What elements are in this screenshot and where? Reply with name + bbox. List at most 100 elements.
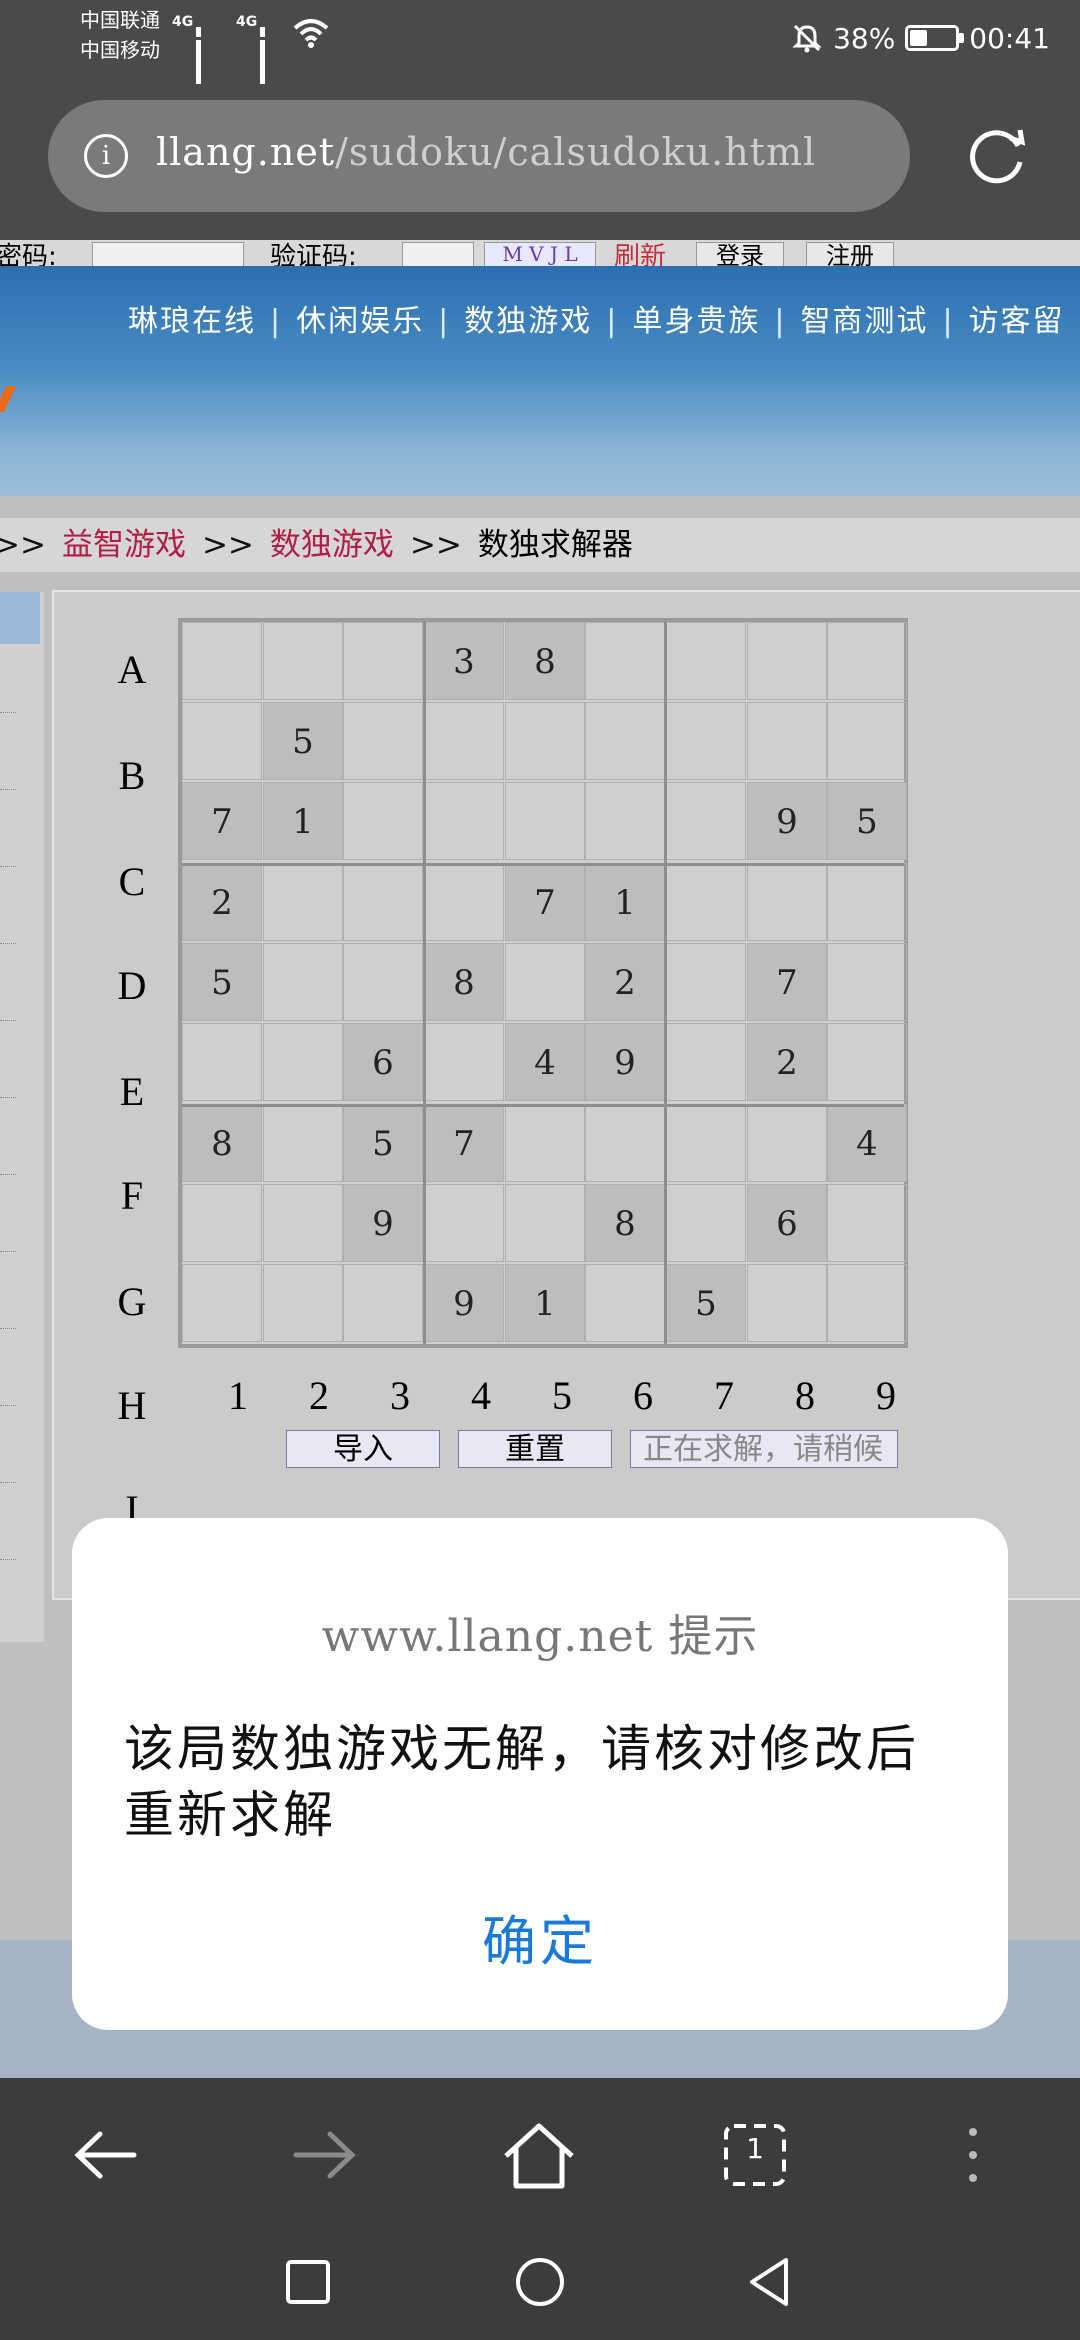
sudoku-cell[interactable] [827, 702, 907, 780]
sudoku-cell[interactable]: 9 [424, 1264, 504, 1342]
address-bar[interactable]: i llang.net/sudoku/calsudoku.html [48, 100, 910, 212]
import-button[interactable]: 导入 [286, 1430, 440, 1468]
sudoku-cell[interactable] [343, 1264, 423, 1342]
sudoku-cell[interactable]: 4 [827, 1104, 907, 1182]
sudoku-cell[interactable]: 5 [263, 702, 343, 780]
sudoku-cell[interactable]: 7 [747, 943, 827, 1021]
sudoku-cell[interactable]: 7 [424, 1104, 504, 1182]
sudoku-cell[interactable] [666, 702, 746, 780]
sudoku-cell[interactable] [505, 943, 585, 1021]
sudoku-cell[interactable] [263, 1023, 343, 1101]
back-arrow-icon[interactable] [62, 2110, 152, 2200]
sudoku-cell[interactable]: 8 [424, 943, 504, 1021]
sudoku-cell[interactable] [263, 943, 343, 1021]
nav-item-singles[interactable]: 单身贵族 [632, 304, 760, 339]
sudoku-cell[interactable] [827, 622, 907, 700]
sudoku-cell[interactable] [505, 1184, 585, 1262]
sudoku-cell[interactable]: 9 [585, 1023, 665, 1101]
sudoku-cell[interactable] [747, 1264, 827, 1342]
forward-arrow-icon[interactable] [278, 2110, 368, 2200]
nav-item-linlang[interactable]: 琳琅在线 [128, 304, 256, 339]
breadcrumb-puzzle-games[interactable]: 益智游戏 [62, 527, 186, 563]
sudoku-cell[interactable] [747, 863, 827, 941]
sudoku-cell[interactable]: 2 [182, 863, 262, 941]
sudoku-cell[interactable]: 1 [585, 863, 665, 941]
sudoku-cell[interactable]: 7 [505, 863, 585, 941]
dialog-ok-button[interactable]: 确定 [440, 1902, 640, 1982]
sudoku-cell[interactable]: 2 [747, 1023, 827, 1101]
sudoku-cell[interactable] [827, 1023, 907, 1101]
sudoku-cell[interactable] [343, 622, 423, 700]
sudoku-cell[interactable] [666, 622, 746, 700]
tabs-icon[interactable]: 1 [710, 2110, 800, 2200]
sudoku-cell[interactable] [747, 702, 827, 780]
sudoku-cell[interactable] [585, 1264, 665, 1342]
sudoku-cell[interactable] [182, 1264, 262, 1342]
sudoku-cell[interactable] [182, 702, 262, 780]
sudoku-cell[interactable] [424, 863, 504, 941]
sudoku-cell[interactable] [343, 943, 423, 1021]
sudoku-cell[interactable] [827, 1184, 907, 1262]
sudoku-cell[interactable]: 8 [585, 1184, 665, 1262]
sudoku-cell[interactable] [182, 622, 262, 700]
nav-item-sudoku[interactable]: 数独游戏 [464, 304, 592, 339]
home-circle-icon[interactable] [510, 2252, 570, 2312]
sudoku-cell[interactable] [343, 782, 423, 860]
sudoku-cell[interactable] [505, 702, 585, 780]
sudoku-cell[interactable]: 4 [505, 1023, 585, 1101]
sudoku-cell[interactable] [827, 863, 907, 941]
captcha-input[interactable] [402, 242, 474, 268]
reload-icon[interactable] [962, 120, 1032, 190]
sudoku-cell[interactable] [424, 702, 504, 780]
sudoku-cell[interactable]: 9 [747, 782, 827, 860]
sudoku-cell[interactable] [182, 1184, 262, 1262]
sudoku-cell[interactable] [666, 943, 746, 1021]
info-icon[interactable]: i [84, 134, 128, 178]
breadcrumb-sudoku-games[interactable]: 数独游戏 [270, 527, 394, 563]
password-input[interactable] [92, 242, 244, 268]
more-icon[interactable] [928, 2110, 1018, 2200]
sudoku-cell[interactable] [585, 782, 665, 860]
sudoku-cell[interactable] [424, 1023, 504, 1101]
sudoku-cell[interactable] [424, 1184, 504, 1262]
sudoku-cell[interactable]: 5 [666, 1264, 746, 1342]
sudoku-cell[interactable] [263, 863, 343, 941]
nav-item-iq-test[interactable]: 智商测试 [800, 304, 928, 339]
sudoku-cell[interactable] [585, 1104, 665, 1182]
nav-item-guestbook[interactable]: 访客留 [969, 304, 1065, 339]
nav-item-leisure[interactable]: 休闲娱乐 [296, 304, 424, 339]
sudoku-cell[interactable] [585, 622, 665, 700]
sudoku-cell[interactable] [263, 1184, 343, 1262]
sudoku-cell[interactable]: 6 [343, 1023, 423, 1101]
sudoku-cell[interactable]: 5 [827, 782, 907, 860]
sudoku-cell[interactable] [585, 702, 665, 780]
solve-button[interactable]: 正在求解，请稍候 [630, 1430, 898, 1468]
sudoku-cell[interactable] [343, 702, 423, 780]
sudoku-cell[interactable] [263, 1264, 343, 1342]
sudoku-cell[interactable] [263, 622, 343, 700]
sudoku-cell[interactable]: 8 [505, 622, 585, 700]
sudoku-cell[interactable] [343, 863, 423, 941]
sudoku-cell[interactable]: 5 [182, 943, 262, 1021]
sudoku-cell[interactable]: 2 [585, 943, 665, 1021]
sudoku-cell[interactable]: 5 [343, 1104, 423, 1182]
sudoku-cell[interactable]: 1 [505, 1264, 585, 1342]
sudoku-cell[interactable] [505, 782, 585, 860]
sudoku-cell[interactable]: 3 [424, 622, 504, 700]
sudoku-cell[interactable] [263, 1104, 343, 1182]
sudoku-cell[interactable] [666, 863, 746, 941]
sudoku-cell[interactable] [747, 1104, 827, 1182]
sudoku-cell[interactable] [182, 1023, 262, 1101]
sudoku-cell[interactable]: 8 [182, 1104, 262, 1182]
sudoku-cell[interactable] [827, 1264, 907, 1342]
home-icon[interactable] [494, 2110, 584, 2200]
sudoku-cell[interactable] [666, 782, 746, 860]
sudoku-cell[interactable] [424, 782, 504, 860]
sudoku-cell[interactable]: 6 [747, 1184, 827, 1262]
sudoku-cell[interactable]: 1 [263, 782, 343, 860]
url-text[interactable]: llang.net/sudoku/calsudoku.html [156, 130, 816, 174]
reset-button[interactable]: 重置 [458, 1430, 612, 1468]
sudoku-cell[interactable] [747, 622, 827, 700]
sudoku-cell[interactable] [666, 1104, 746, 1182]
sudoku-cell[interactable] [666, 1184, 746, 1262]
